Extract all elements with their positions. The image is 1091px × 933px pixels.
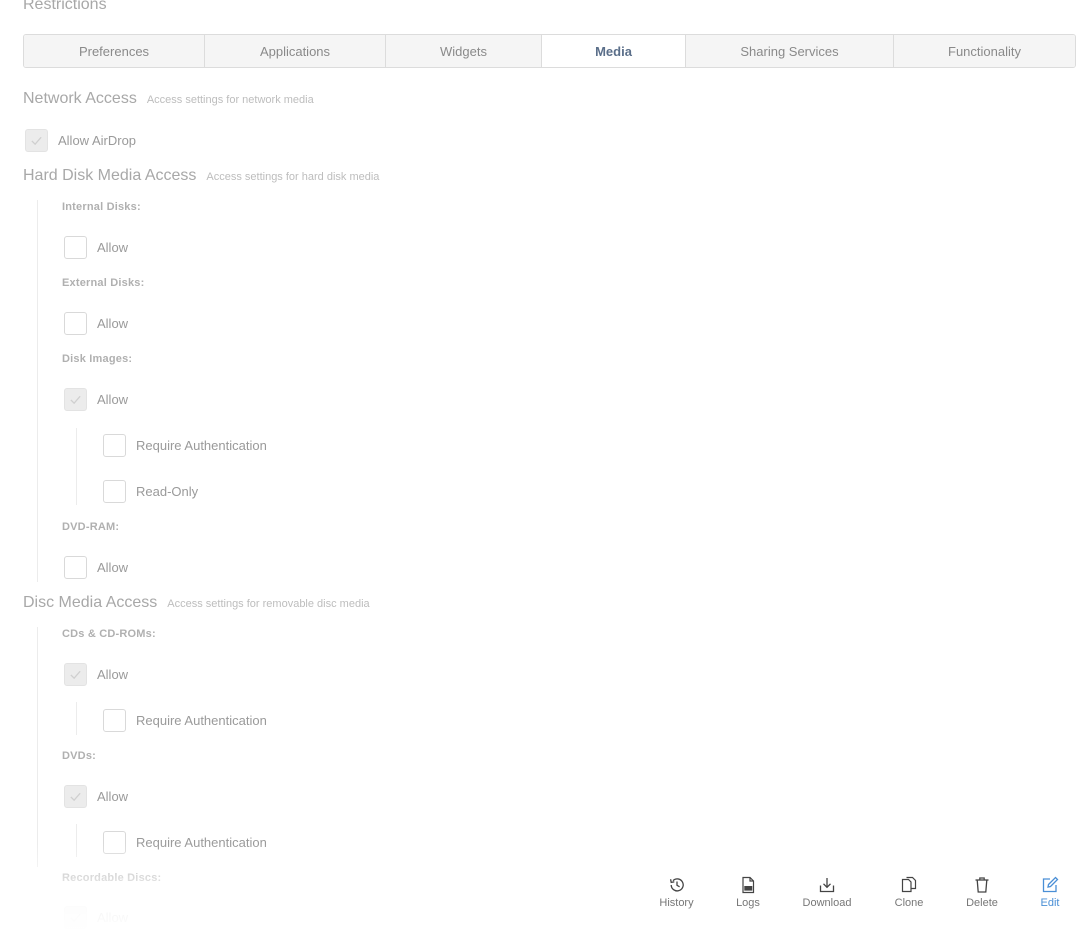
- dvds-label: DVDs:: [62, 750, 97, 762]
- checkbox-label: Read-Only: [136, 483, 199, 499]
- disk-images-require-auth-checkbox[interactable]: Require Authentication: [103, 433, 267, 457]
- checkbox-box[interactable]: [64, 235, 87, 259]
- cds-allow-checkbox[interactable]: Allow: [64, 662, 128, 686]
- disk-images-read-only-checkbox[interactable]: Read-Only: [103, 479, 198, 503]
- internal-disks-allow-checkbox[interactable]: Allow: [64, 235, 128, 259]
- dvds-require-auth-checkbox[interactable]: Require Authentication: [103, 830, 267, 854]
- logs-label: Logs: [736, 897, 760, 909]
- checkbox-box[interactable]: [103, 708, 126, 732]
- cds-require-auth-checkbox[interactable]: Require Authentication: [103, 708, 267, 732]
- checkbox-box[interactable]: [64, 311, 87, 335]
- tab-functionality[interactable]: Functionality: [894, 35, 1075, 67]
- disk-images-label: Disk Images:: [62, 353, 133, 365]
- download-icon: [819, 878, 835, 893]
- hard-disk-description: Access settings for hard disk media: [206, 171, 380, 183]
- checkbox-label: Allow: [97, 666, 129, 682]
- checkbox-label: Require Authentication: [136, 437, 267, 453]
- external-disks-label: External Disks:: [62, 277, 145, 289]
- disc-media-title: Disc Media Access: [23, 594, 158, 611]
- check-icon: [70, 792, 81, 801]
- dvd-ram-label: DVD-RAM:: [62, 521, 120, 533]
- external-disks-allow-checkbox[interactable]: Allow: [64, 311, 128, 335]
- clone-label: Clone: [894, 897, 924, 909]
- clone-button[interactable]: Clone: [893, 876, 925, 909]
- delete-button[interactable]: Delete: [964, 876, 1000, 909]
- tab-preferences[interactable]: Preferences: [24, 35, 205, 67]
- clone-icon: [901, 876, 917, 893]
- checkbox-label: Allow: [97, 315, 129, 331]
- network-access-heading: Network Access Access settings for networ…: [23, 90, 314, 108]
- restrictions-page: Restrictions Preferences Applications Wi…: [0, 0, 1091, 933]
- check-icon: [70, 395, 81, 404]
- internal-disks-label: Internal Disks:: [62, 201, 141, 213]
- dvds-allow-checkbox[interactable]: Allow: [64, 784, 128, 808]
- trash-icon: [975, 877, 989, 893]
- hard-disk-heading: Hard Disk Media Access Access settings fo…: [23, 167, 379, 185]
- history-button[interactable]: History: [658, 876, 695, 909]
- allow-airdrop-checkbox[interactable]: Allow AirDrop: [25, 128, 136, 152]
- action-toolbar: History Logs Download Clone Delete Edit: [0, 876, 1091, 916]
- network-access-title: Network Access: [23, 90, 137, 107]
- logs-button[interactable]: Logs: [734, 876, 762, 909]
- logs-icon: [742, 876, 755, 894]
- edit-button[interactable]: Edit: [1038, 876, 1062, 909]
- check-icon: [31, 136, 42, 145]
- hard-disk-title: Hard Disk Media Access: [23, 167, 197, 184]
- disc-media-heading: Disc Media Access Access settings for rem…: [23, 594, 370, 612]
- cds-guide-line: [76, 702, 77, 735]
- network-access-description: Access settings for network media: [146, 94, 314, 106]
- disc-media-description: Access settings for removable disc media: [167, 598, 370, 610]
- tab-sharing-services[interactable]: Sharing Services: [686, 35, 894, 67]
- download-label: Download: [802, 897, 852, 909]
- delete-label: Delete: [966, 897, 998, 909]
- history-label: History: [659, 897, 694, 909]
- check-icon: [70, 670, 81, 679]
- cds-label: CDs & CD-ROMs:: [62, 628, 156, 640]
- checkbox-box[interactable]: [64, 555, 87, 579]
- hard-disk-guide-line: [37, 200, 38, 582]
- tab-widgets[interactable]: Widgets: [386, 35, 542, 67]
- tab-media[interactable]: Media: [542, 35, 686, 67]
- edit-label: Edit: [1040, 897, 1060, 909]
- page-title: Restrictions: [23, 0, 107, 13]
- checkbox-box[interactable]: [64, 662, 87, 686]
- checkbox-label: Allow AirDrop: [58, 132, 137, 148]
- tab-applications[interactable]: Applications: [205, 35, 386, 67]
- checkbox-box[interactable]: [64, 387, 87, 411]
- download-button[interactable]: Download: [800, 876, 854, 909]
- disk-images-allow-checkbox[interactable]: Allow: [64, 387, 128, 411]
- checkbox-box[interactable]: [103, 830, 126, 854]
- checkbox-label: Allow: [97, 239, 129, 255]
- checkbox-label: Allow: [97, 788, 129, 804]
- checkbox-label: Allow: [97, 559, 129, 575]
- checkbox-label: Require Authentication: [136, 712, 267, 728]
- checkbox-label: Require Authentication: [136, 834, 267, 850]
- checkbox-box[interactable]: [25, 128, 48, 152]
- history-icon: [669, 878, 684, 892]
- checkbox-box[interactable]: [64, 784, 87, 808]
- disk-images-guide-line: [76, 428, 77, 505]
- dvds-guide-line: [76, 824, 77, 857]
- dvd-ram-allow-checkbox[interactable]: Allow: [64, 555, 128, 579]
- disc-media-guide-line: [37, 627, 38, 867]
- checkbox-label: Allow: [97, 391, 129, 407]
- tab-bar: Preferences Applications Widgets Media S…: [23, 34, 1076, 68]
- checkbox-box[interactable]: [103, 479, 126, 503]
- checkbox-box[interactable]: [103, 433, 126, 457]
- edit-icon: [1042, 876, 1059, 893]
